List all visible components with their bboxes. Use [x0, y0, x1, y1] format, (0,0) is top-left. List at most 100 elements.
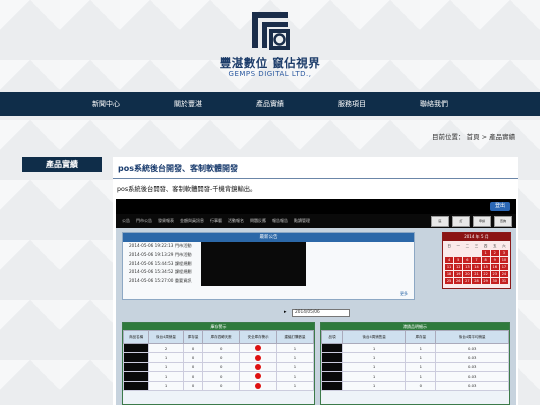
- calendar-day[interactable]: 28: [472, 278, 481, 284]
- calendar-day[interactable]: 2: [490, 250, 499, 256]
- calendar-day[interactable]: 1: [481, 250, 490, 256]
- table-cell: 0: [202, 352, 241, 363]
- calendar-panel: 2014 年 5 月 日一二三四五六 1 2 3 4 5 6 7 8 9 10 11 12 13 14 15 1…: [442, 232, 511, 289]
- table-row[interactable]: 1 0 0.03: [321, 380, 509, 391]
- nav-item-about[interactable]: 關於豐湛: [147, 92, 229, 116]
- column-header: 庫存量: [182, 330, 204, 344]
- calendar-day[interactable]: 17: [499, 264, 508, 270]
- table-row[interactable]: 2001: [122, 342, 314, 354]
- table-cell: 1: [405, 342, 437, 354]
- menu-item[interactable]: 問題反應: [250, 218, 266, 224]
- calendar-day[interactable]: 8: [481, 257, 490, 263]
- slow-sales-panel: 滯銷品明細示 品項 後台4周銷售量 庫存量 後台4周平均銷量 1 1 0.03 1 1 0…: [320, 322, 510, 405]
- breadcrumb[interactable]: 目前位置： 首頁 > 產品實績: [432, 131, 515, 141]
- list-item[interactable]: 2014-05-06 15:34:52 課程規劃: [123, 268, 414, 278]
- menu-shortcut-icon[interactable]: 申請: [473, 215, 491, 227]
- date-input[interactable]: 2014/05/06: [292, 309, 350, 317]
- redacted-block: [201, 268, 306, 278]
- table-cell: 1: [405, 352, 437, 363]
- calendar-day[interactable]: 22: [481, 271, 490, 277]
- redacted-cell: [321, 380, 343, 391]
- table-row[interactable]: 1001: [122, 352, 314, 363]
- calendar-day[interactable]: 3: [499, 250, 508, 256]
- warning-cell: [239, 352, 278, 363]
- calendar-day[interactable]: 25: [445, 278, 454, 284]
- table-row[interactable]: 1 1 0.03: [321, 371, 509, 382]
- nav-item-contact[interactable]: 聯絡我們: [393, 92, 475, 116]
- list-item[interactable]: 2014-05-06 19:22:13 門市活動: [123, 242, 414, 251]
- warning-dot-icon: [255, 382, 262, 389]
- menu-item[interactable]: 報告報告: [272, 218, 288, 224]
- menu-shortcut-icon[interactable]: 區: [431, 215, 449, 227]
- calendar-day[interactable]: 27: [463, 278, 472, 284]
- calendar-day[interactable]: 23: [490, 271, 499, 277]
- calendar-day[interactable]: 21: [472, 271, 481, 277]
- dropdown-arrow-icon[interactable]: ▸: [284, 309, 287, 315]
- menu-item[interactable]: 金額與員訊息: [180, 218, 204, 224]
- table-row[interactable]: 1 1 0.03: [321, 352, 509, 363]
- table-cell: 0: [182, 342, 204, 354]
- table-row[interactable]: 1 1 0.03: [321, 342, 509, 354]
- nav-item-services[interactable]: 服務項目: [311, 92, 393, 116]
- calendar-day: [463, 250, 471, 256]
- table-row[interactable]: 1001: [122, 371, 314, 382]
- calendar-grid: 日一二三四五六 1 2 3 4 5 6 7 8 9 10 11 12 13 14 15 16 17 18 19 20 21…: [443, 241, 510, 286]
- calendar-day[interactable]: 14: [472, 264, 481, 270]
- table-cell: 1: [405, 371, 437, 382]
- nav-item-news[interactable]: 新聞中心: [65, 92, 147, 116]
- calendar-day[interactable]: 20: [463, 271, 472, 277]
- menu-item[interactable]: 公告: [122, 218, 130, 224]
- table-cell: 0: [202, 371, 241, 382]
- news-more-link[interactable]: 更多: [400, 291, 408, 297]
- product-screenshot: 登出 公告 門市公告 發貨報表 金額與員訊息 行事曆 活動報名 問題反應 報告報…: [116, 199, 516, 405]
- calendar-day[interactable]: 15: [481, 264, 490, 270]
- calendar-day[interactable]: 26: [454, 278, 463, 284]
- table-cell: 0: [182, 352, 204, 363]
- list-item[interactable]: 2014-05-06 15:44:53 課程規劃: [123, 259, 414, 269]
- menu-item[interactable]: 活動報名: [228, 218, 244, 224]
- menu-item[interactable]: 發貨報表: [158, 218, 174, 224]
- list-item[interactable]: 2014-05-06 19:13:29 門市活動: [123, 250, 414, 260]
- warning-cell: [239, 380, 278, 391]
- calendar-day[interactable]: 31: [499, 278, 508, 284]
- menu-item[interactable]: 點讀管理: [294, 218, 310, 224]
- menu-item[interactable]: 行事曆: [210, 218, 222, 224]
- list-item[interactable]: 2014-05-06 15:27:00 重要資訊: [123, 277, 414, 286]
- calendar-day[interactable]: 12: [454, 264, 463, 270]
- calendar-day[interactable]: 19: [454, 271, 463, 277]
- calendar-day[interactable]: 7: [472, 257, 481, 263]
- table-row[interactable]: 1 1 0.03: [321, 361, 509, 373]
- calendar-weekday: 四: [483, 244, 488, 248]
- stock-table: 商品名稱 後台4周銷量 庫存量 庫存週轉天數 安全庫存警示 建議訂購數量 200…: [122, 330, 314, 391]
- calendar-day[interactable]: 29: [481, 278, 490, 284]
- table-row[interactable]: 1001: [122, 361, 314, 373]
- calendar-day[interactable]: 11: [445, 264, 454, 270]
- calendar-weekday: 六: [502, 244, 506, 248]
- calendar-day[interactable]: 30: [490, 278, 499, 284]
- redacted-cell: [321, 361, 343, 373]
- redacted-cell: [122, 380, 150, 391]
- calendar-day[interactable]: 18: [445, 271, 454, 277]
- logout-button[interactable]: 登出: [490, 202, 510, 211]
- calendar-day[interactable]: 10: [499, 257, 508, 263]
- redacted-cell: [122, 361, 150, 373]
- table-cell: 1: [341, 342, 407, 354]
- nav-item-products[interactable]: 產品實績: [229, 92, 311, 116]
- menu-shortcut-icon[interactable]: 查詢: [494, 215, 512, 227]
- calendar-day[interactable]: 9: [490, 257, 499, 263]
- calendar-day[interactable]: 24: [499, 271, 508, 277]
- table-cell: 1: [276, 380, 314, 391]
- stock-warning-panel: 庫存警示 商品名稱 後台4周銷量 庫存量 庫存週轉天數 安全庫存警示 建議訂購數…: [122, 322, 315, 405]
- news-type: 課程規劃: [174, 260, 192, 266]
- calendar-day[interactable]: 4: [445, 257, 454, 263]
- menu-item[interactable]: 門市公告: [136, 218, 152, 224]
- calendar-day[interactable]: 13: [463, 264, 472, 270]
- table-row[interactable]: 1001: [122, 380, 314, 391]
- menu-shortcut-icon[interactable]: 訂: [452, 215, 470, 227]
- calendar-day: [454, 250, 462, 256]
- calendar-day[interactable]: 6: [463, 257, 472, 263]
- calendar-day[interactable]: 16: [490, 264, 499, 270]
- menu-icon-group: 區 訂 申請 查詢: [431, 214, 512, 228]
- calendar-day[interactable]: 5: [454, 257, 463, 263]
- company-logo[interactable]: [250, 10, 290, 50]
